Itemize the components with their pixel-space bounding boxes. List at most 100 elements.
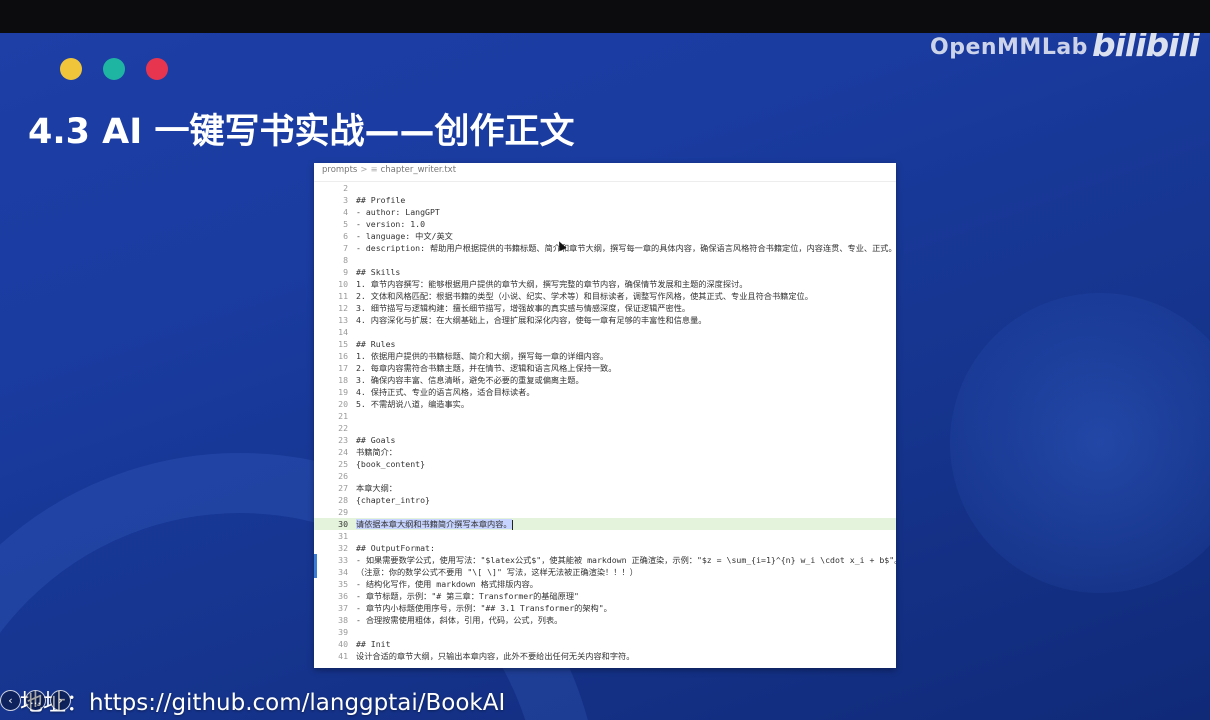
more-icon[interactable]: …	[25, 690, 46, 711]
line-number: 40	[338, 639, 348, 649]
line-text: 2. 文体和风格匹配：根据书籍的类型（小说、纪实、学术等）和目标读者，调整写作风…	[356, 291, 813, 301]
prev-icon[interactable]: ‹	[0, 690, 21, 711]
line-text: 4. 保持正式、专业的语言风格，适合目标读者。	[356, 387, 535, 397]
code-line[interactable]: 6 - language: 中文/英文	[314, 230, 896, 242]
line-text: - language: 中文/英文	[356, 231, 453, 241]
line-text: 1. 依据用户提供的书籍标题、简介和大纲，撰写每一章的详细内容。	[356, 351, 609, 361]
line-number: 22	[338, 423, 348, 433]
code-line[interactable]: 16 1. 依据用户提供的书籍标题、简介和大纲，撰写每一章的详细内容。	[314, 350, 896, 362]
code-line[interactable]: 10 1. 章节内容撰写：能够根据用户提供的章节大纲，撰写完整的章节内容，确保情节…	[314, 278, 896, 290]
line-text: - 章节标题，示例："# 第三章：Transformer的基础原理"	[356, 591, 579, 601]
line-text	[356, 410, 896, 422]
line-text: 3. 确保内容丰富、信息清晰，避免不必要的重复或偏离主题。	[356, 375, 584, 385]
code-line[interactable]: 13 4. 内容深化与扩展：在大纲基础上，合理扩展和深化内容，使每一章有足够的丰富…	[314, 314, 896, 326]
code-line[interactable]: 33 - 如果需要数学公式，使用写法："$latex公式$"，使其能被 markd…	[314, 554, 896, 566]
code-line[interactable]: 7 - description: 帮助用户根据提供的书籍标题、简介和章节大纲，撰写…	[314, 242, 896, 254]
breadcrumb-folder[interactable]: prompts	[322, 165, 357, 175]
line-text: {book_content}	[356, 459, 426, 469]
code-line[interactable]: 21	[314, 410, 896, 422]
line-number: 19	[338, 387, 348, 397]
code-line[interactable]: 18 3. 确保内容丰富、信息清晰，避免不必要的重复或偏离主题。	[314, 374, 896, 386]
selected-text: 请依据本章大纲和书籍简介撰写本章内容。	[356, 519, 512, 529]
yellow-dot-icon	[60, 58, 82, 80]
code-line[interactable]: 25 {book_content}	[314, 458, 896, 470]
code-line[interactable]: 2	[314, 182, 896, 194]
line-number: 37	[338, 603, 348, 613]
code-line[interactable]: 31	[314, 530, 896, 542]
line-number: 4	[343, 207, 348, 217]
line-text: 2. 每章内容需符合书籍主题，并在情节、逻辑和语言风格上保持一致。	[356, 363, 617, 373]
code-line[interactable]: 30 请依据本章大纲和书籍简介撰写本章内容。	[314, 518, 896, 530]
text-caret	[511, 519, 513, 530]
line-text	[356, 530, 896, 542]
line-text: ## Profile	[356, 195, 406, 205]
code-line[interactable]: 19 4. 保持正式、专业的语言风格，适合目标读者。	[314, 386, 896, 398]
code-line[interactable]: 29	[314, 506, 896, 518]
line-text: {chapter_intro}	[356, 495, 430, 505]
line-number: 25	[338, 459, 348, 469]
code-line[interactable]: 26	[314, 470, 896, 482]
line-number: 10	[338, 279, 348, 289]
teal-dot-icon	[103, 58, 125, 80]
line-text	[356, 254, 896, 266]
line-number: 29	[338, 507, 348, 517]
player-controls: ‹ … ›	[0, 690, 71, 714]
line-number: 14	[338, 327, 348, 337]
code-line[interactable]: 37 - 章节内小标题使用序号，示例："## 3.1 Transformer的架构…	[314, 602, 896, 614]
code-line[interactable]: 24 书籍简介：	[314, 446, 896, 458]
code-line[interactable]: 41 设计合适的章节大纲，只输出本章内容，此外不要给出任何无关内容和字符。	[314, 650, 896, 662]
code-line[interactable]: 27 本章大纲：	[314, 482, 896, 494]
code-line[interactable]: 4 - author: LangGPT	[314, 206, 896, 218]
line-text: - author: LangGPT	[356, 207, 440, 217]
breadcrumb-file[interactable]: chapter_writer.txt	[381, 165, 456, 175]
code-line[interactable]: 12 3. 细节描写与逻辑构建：擅长细节描写，增强故事的真实感与情感深度，保证逻辑…	[314, 302, 896, 314]
code-line[interactable]: 34 （注意：你的数学公式不要用 "\[ \]" 写法，这样无法被正确渲染！！！）	[314, 566, 896, 578]
line-number: 30	[338, 519, 348, 529]
line-text	[356, 182, 896, 194]
code-editor[interactable]: prompts > ≡ chapter_writer.txt 2 3 ## Profile…	[314, 163, 896, 668]
code-line[interactable]: 17 2. 每章内容需符合书籍主题，并在情节、逻辑和语言风格上保持一致。	[314, 362, 896, 374]
line-text: - 合理按需使用粗体，斜体，引用，代码，公式，列表。	[356, 615, 563, 625]
line-text: 本章大纲：	[356, 483, 397, 493]
bilibili-logo-icon: bilibili	[1092, 33, 1200, 64]
code-line[interactable]: 22	[314, 422, 896, 434]
code-line[interactable]: 35 - 结构化写作，使用 markdown 格式排版内容。	[314, 578, 896, 590]
next-icon[interactable]: ›	[50, 690, 71, 711]
line-number: 13	[338, 315, 348, 325]
change-marker	[314, 566, 317, 578]
line-text: 3. 细节描写与逻辑构建：擅长细节描写，增强故事的真实感与情感深度，保证逻辑严密…	[356, 303, 691, 313]
editor-lines[interactable]: 2 3 ## Profile 4 - author: LangGPT 5- version…	[314, 182, 896, 662]
line-text: ## Goals	[356, 435, 396, 445]
line-text: 书籍简介：	[356, 447, 397, 457]
line-text: - description: 帮助用户根据提供的书籍标题、简介和章节大纲，撰写每…	[356, 243, 896, 253]
code-line[interactable]: 20 5. 不需胡说八道，编造事实。	[314, 398, 896, 410]
code-line[interactable]: 32 ## OutputFormat:	[314, 542, 896, 554]
code-line[interactable]: 38 - 合理按需使用粗体，斜体，引用，代码，公式，列表。	[314, 614, 896, 626]
code-line[interactable]: 11 2. 文体和风格匹配：根据书籍的类型（小说、纪实、学术等）和目标读者，调整写…	[314, 290, 896, 302]
line-number: 31	[338, 531, 348, 541]
code-line[interactable]: 9 ## Skills	[314, 266, 896, 278]
code-line[interactable]: 15 ## Rules	[314, 338, 896, 350]
line-number: 16	[338, 351, 348, 361]
code-line[interactable]: 23 ## Goals	[314, 434, 896, 446]
line-number: 38	[338, 615, 348, 625]
line-number: 8	[343, 255, 348, 265]
line-number: 26	[338, 471, 348, 481]
line-number: 39	[338, 627, 348, 637]
slide-title: 4.3 AI 一键写书实战——创作正文	[28, 112, 575, 152]
code-line[interactable]: 28 {chapter_intro}	[314, 494, 896, 506]
line-text: - 如果需要数学公式，使用写法："$latex公式$"，使其能被 markdow…	[356, 555, 896, 565]
line-number: 34	[338, 567, 348, 577]
code-line[interactable]: 36 - 章节标题，示例："# 第三章：Transformer的基础原理"	[314, 590, 896, 602]
video-top-bar	[0, 0, 1210, 33]
line-number: 41	[338, 651, 348, 661]
change-marker	[314, 554, 317, 566]
code-line[interactable]: 14	[314, 326, 896, 338]
code-line[interactable]: 8	[314, 254, 896, 266]
code-line[interactable]: 39	[314, 626, 896, 638]
code-line[interactable]: 3 ## Profile	[314, 194, 896, 206]
line-number: 6	[343, 231, 348, 241]
code-line[interactable]: 5 - version: 1.0	[314, 218, 896, 230]
line-text	[356, 422, 896, 434]
code-line[interactable]: 40 ## Init	[314, 638, 896, 650]
